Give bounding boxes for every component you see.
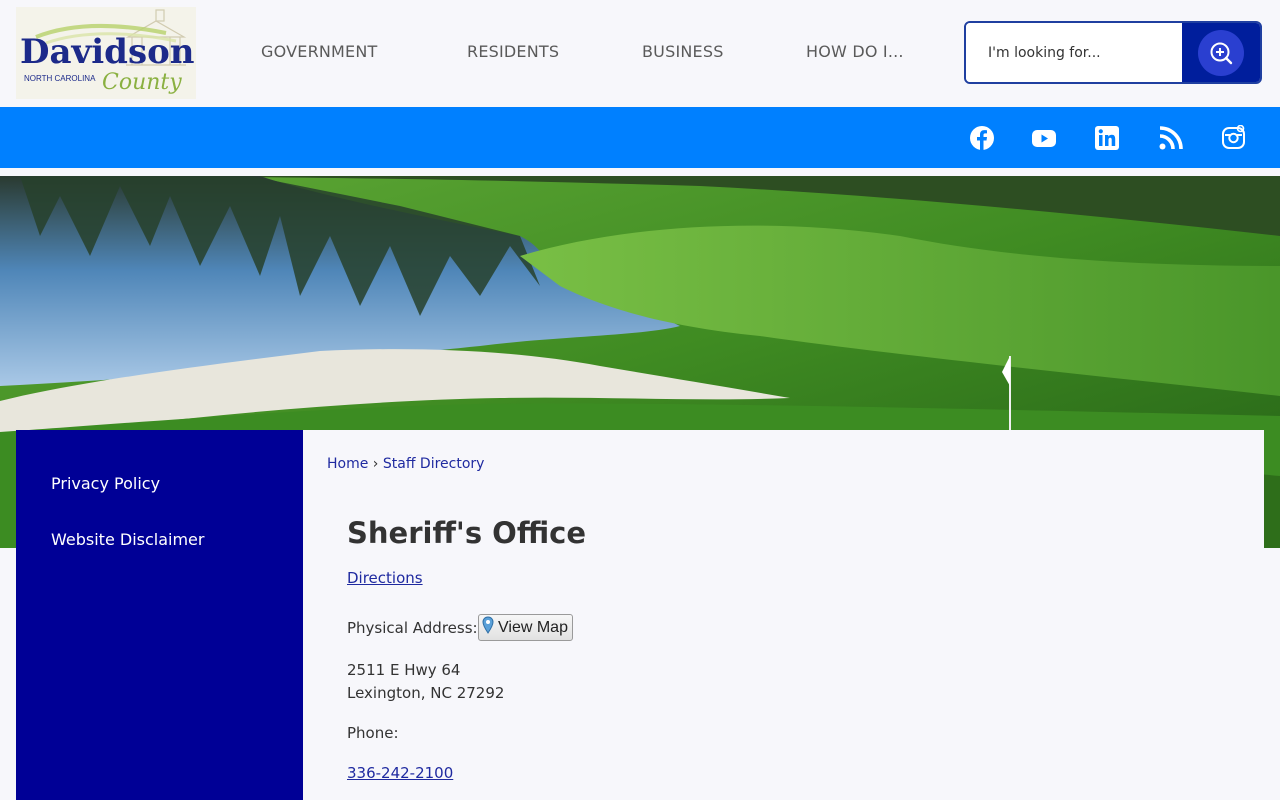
sidebar-link-privacy-policy[interactable]: Privacy Policy xyxy=(51,474,160,493)
view-map-button[interactable]: View Map xyxy=(478,614,573,641)
address-line-2: Lexington, NC 27292 xyxy=(347,684,505,702)
search-form xyxy=(964,21,1262,84)
breadcrumb-home[interactable]: Home xyxy=(327,456,368,472)
breadcrumb: Home › Staff Directory xyxy=(327,456,484,472)
page-title: Sheriff's Office xyxy=(347,516,587,550)
youtube-icon[interactable] xyxy=(1031,125,1057,151)
nav-business[interactable]: BUSINESS xyxy=(642,42,724,61)
directions-link[interactable]: Directions xyxy=(347,569,423,587)
sidebar-link-website-disclaimer[interactable]: Website Disclaimer xyxy=(51,530,204,549)
phone-link[interactable]: 336-242-2100 xyxy=(347,764,453,782)
phone-label: Phone: xyxy=(347,724,399,742)
map-pin-icon xyxy=(482,616,494,639)
address-line-1: 2511 E Hwy 64 xyxy=(347,661,461,679)
linkedin-icon[interactable] xyxy=(1094,125,1120,151)
site-header: Davidson NORTH CAROLINA County GOVERNMEN… xyxy=(0,0,1280,107)
breadcrumb-staff-directory[interactable]: Staff Directory xyxy=(383,456,485,472)
nav-government[interactable]: GOVERNMENT xyxy=(261,42,378,61)
search-button[interactable] xyxy=(1182,23,1260,82)
facebook-icon[interactable] xyxy=(969,125,995,151)
physical-address-label: Physical Address: xyxy=(347,619,478,637)
logo-wordmark: Davidson xyxy=(20,32,195,72)
search-input[interactable] xyxy=(966,23,1186,82)
logo-county: County xyxy=(102,70,182,95)
search-plus-icon xyxy=(1198,29,1244,76)
rss-icon[interactable] xyxy=(1158,125,1184,151)
logo-state: NORTH CAROLINA xyxy=(24,74,96,83)
social-bar xyxy=(0,107,1280,168)
instagram-icon[interactable] xyxy=(1221,124,1247,151)
view-map-label: View Map xyxy=(498,618,568,636)
main-content: Home › Staff Directory Sheriff's Office … xyxy=(303,430,1264,800)
sidebar: Privacy Policy Website Disclaimer xyxy=(16,430,303,800)
davidson-county-logo[interactable]: Davidson NORTH CAROLINA County xyxy=(16,7,196,99)
nav-residents[interactable]: RESIDENTS xyxy=(467,42,559,61)
nav-how-do-i[interactable]: HOW DO I... xyxy=(806,42,904,61)
breadcrumb-separator: › xyxy=(372,456,379,472)
